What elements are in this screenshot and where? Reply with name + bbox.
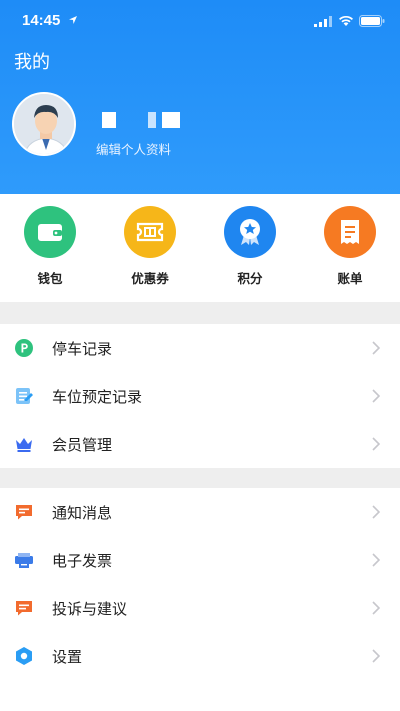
reservation-icon xyxy=(16,388,33,404)
status-time: 14:45 xyxy=(22,12,61,29)
quick-action-points[interactable]: 积分 xyxy=(210,206,290,287)
battery-icon xyxy=(359,15,385,27)
quick-action-coupon[interactable]: 优惠券 xyxy=(110,206,190,287)
avatar[interactable] xyxy=(12,92,76,156)
menu-item-label: 停车记录 xyxy=(52,340,113,358)
menu-item-reservation-records[interactable]: 车位预定记录 xyxy=(0,372,400,420)
quick-action-label: 账单 xyxy=(337,271,363,286)
menu-item-feedback[interactable]: 投诉与建议 xyxy=(0,584,400,632)
menu-item-parking-records[interactable]: 停车记录 xyxy=(0,324,400,372)
crown-icon xyxy=(16,438,32,452)
chevron-right-icon xyxy=(372,649,380,663)
chevron-right-icon xyxy=(372,341,380,355)
chevron-right-icon xyxy=(372,553,380,567)
points-icon xyxy=(224,206,276,258)
chevron-right-icon xyxy=(372,437,380,451)
coupon-icon xyxy=(124,206,176,258)
quick-action-label: 钱包 xyxy=(37,271,63,286)
quick-actions: 钱包 优惠券 积分 账单 xyxy=(0,194,400,302)
feedback-icon xyxy=(16,601,32,616)
user-avatar-icon xyxy=(14,94,74,154)
invoice-icon xyxy=(15,553,33,568)
chevron-right-icon xyxy=(372,389,380,403)
cellular-signal-icon xyxy=(314,16,332,27)
menu-item-label: 设置 xyxy=(52,648,83,666)
menu-item-membership[interactable]: 会员管理 xyxy=(0,420,400,468)
quick-action-label: 优惠券 xyxy=(131,271,169,286)
menu-item-label: 车位预定记录 xyxy=(52,388,143,406)
page-title: 我的 xyxy=(14,52,50,73)
quick-action-wallet[interactable]: 钱包 xyxy=(10,206,90,287)
menu-item-settings[interactable]: 设置 xyxy=(0,632,400,680)
menu-item-label: 通知消息 xyxy=(52,504,113,522)
profile-header: 14:45 我的 编辑个人资料 xyxy=(0,0,400,194)
section-divider xyxy=(0,468,400,488)
wifi-icon xyxy=(339,15,353,26)
wallet-icon xyxy=(24,206,76,258)
menu-item-label: 会员管理 xyxy=(52,436,113,454)
status-bar: 14:45 xyxy=(0,0,400,40)
chevron-right-icon xyxy=(372,505,380,519)
quick-action-label: 积分 xyxy=(237,271,263,286)
menu-item-e-invoice[interactable]: 电子发票 xyxy=(0,536,400,584)
menu-item-label: 电子发票 xyxy=(52,552,113,570)
edit-profile-link[interactable]: 编辑个人资料 xyxy=(96,139,171,158)
parking-icon xyxy=(15,339,33,357)
message-icon xyxy=(16,505,32,520)
menu-item-label: 投诉与建议 xyxy=(52,600,128,618)
settings-icon xyxy=(16,647,32,665)
bill-icon xyxy=(324,206,376,258)
quick-action-bill[interactable]: 账单 xyxy=(310,206,390,287)
menu-item-notifications[interactable]: 通知消息 xyxy=(0,488,400,536)
chevron-right-icon xyxy=(372,601,380,615)
location-arrow-icon xyxy=(69,16,77,24)
section-divider xyxy=(0,302,400,324)
